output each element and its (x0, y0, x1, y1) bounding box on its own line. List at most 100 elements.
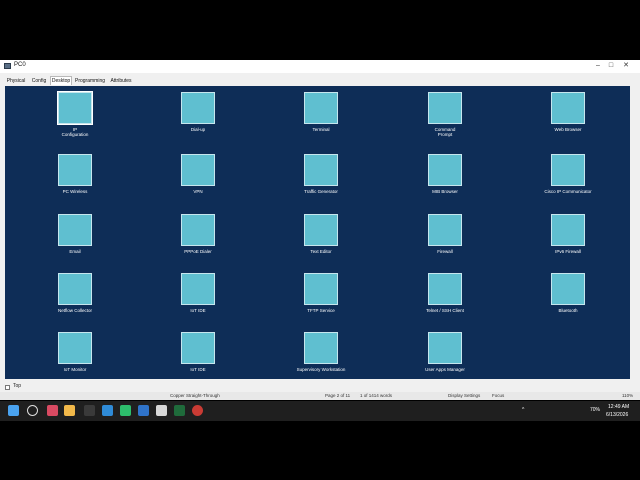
app-label: Web Browser (554, 127, 582, 132)
app-iot-ide[interactable]: IoT IDE (158, 328, 238, 384)
top-checkbox[interactable] (5, 385, 10, 390)
app-label: IPv6 Firewall (555, 249, 581, 254)
display-settings-button[interactable]: Display Settings (448, 393, 480, 398)
app-icon-3[interactable] (156, 405, 167, 416)
title-bar: PC0 – □ ✕ (0, 60, 640, 73)
tftp-folder-icon[interactable] (304, 273, 338, 305)
app-vpn[interactable]: VPN (158, 150, 238, 206)
app-firewall[interactable]: Firewall (405, 210, 485, 266)
taskbar: ^ 70% 12:49 AM 6/13/2026 (0, 401, 640, 421)
start-icon[interactable] (8, 405, 19, 416)
telnet-ssh-icon[interactable] (428, 273, 462, 305)
terminal-icon[interactable] (304, 92, 338, 124)
netflow-collector-icon[interactable] (58, 273, 92, 305)
command-prompt-icon[interactable] (428, 92, 462, 124)
app-supervisory-workstation[interactable]: Supervisory Workstation (281, 328, 361, 384)
firewall-icon[interactable] (428, 214, 462, 246)
app-command-prompt[interactable]: Command Prompt (405, 88, 485, 144)
traffic-generator-icon[interactable] (304, 154, 338, 186)
vpn-icon[interactable] (181, 154, 215, 186)
app-label: IoT IDE (190, 308, 206, 313)
search-icon[interactable] (27, 405, 38, 416)
app-label: Terminal (312, 127, 330, 132)
iot-monitor-icon[interactable] (58, 332, 92, 364)
app-dial-up[interactable]: Dial-up (158, 88, 238, 144)
tab-desktop[interactable]: Desktop (50, 76, 72, 85)
iot-ide-sdk-icon[interactable] (181, 273, 215, 305)
ipv6-firewall-icon[interactable] (551, 214, 585, 246)
app-label: PPPoE Dialer (184, 249, 212, 254)
tab-physical[interactable]: Physical (4, 76, 28, 85)
close-icon[interactable]: ✕ (620, 61, 632, 71)
app-label: Email (69, 249, 81, 254)
app-label: PC Wireless (62, 189, 88, 194)
pppoe-dialer-icon[interactable] (181, 214, 215, 246)
recording-icon[interactable] (192, 405, 203, 416)
app-label: Dial-up (190, 127, 206, 132)
app-web-browser[interactable]: Web Browser (528, 88, 608, 144)
tab-programming[interactable]: Programming (74, 76, 106, 85)
zoom-level: 110% (622, 393, 634, 398)
app-icon-2[interactable] (84, 405, 95, 416)
tab-attributes[interactable]: Attributes (108, 76, 134, 85)
app-label: Supervisory Workstation (296, 367, 346, 372)
app-iot-monitor[interactable]: IoT Monitor (35, 328, 115, 384)
app-netflow-collector[interactable]: Netflow Collector (35, 269, 115, 325)
app-ip-configuration[interactable]: IP Configuration (35, 88, 115, 144)
app-iot-ide-sdk[interactable]: IoT IDE (158, 269, 238, 325)
app-tftp-folder[interactable]: TFTP Service (281, 269, 361, 325)
focus-button[interactable]: Focus (492, 393, 504, 398)
clock-date: 6/13/2026 (606, 412, 629, 418)
app-traffic-generator[interactable]: Traffic Generator (281, 150, 361, 206)
text-editor-icon[interactable] (304, 214, 338, 246)
maximize-icon[interactable]: □ (605, 61, 617, 71)
app-label: IP Configuration (61, 127, 89, 137)
app-text-editor[interactable]: Text Editor (281, 210, 361, 266)
user-apps-manager-icon[interactable] (428, 332, 462, 364)
app-icon-1[interactable] (47, 405, 58, 416)
app-telnet-ssh[interactable]: Telnet / SSH Client (405, 269, 485, 325)
pc-wireless-icon[interactable] (58, 154, 92, 186)
whatsapp-icon[interactable] (120, 405, 131, 416)
tray-chevron-icon[interactable]: ^ (522, 407, 524, 413)
word-icon[interactable] (138, 405, 149, 416)
file-explorer-icon[interactable] (64, 405, 75, 416)
window-title: PC0 (14, 62, 26, 68)
mib-browser-icon[interactable] (428, 154, 462, 186)
app-pppoe-dialer[interactable]: PPPoE Dialer (158, 210, 238, 266)
battery-level: 70% (590, 407, 601, 413)
page-indicator: Page 2 of 11 (325, 393, 351, 398)
app-ip-communicator[interactable]: Cisco IP Communicator (528, 150, 608, 206)
app-ipv6-firewall[interactable]: IPv6 Firewall (528, 210, 608, 266)
app-label: Netflow Collector (57, 308, 92, 313)
app-user-apps-manager[interactable]: User Apps Manager (405, 328, 485, 384)
app-label: Bluetooth (558, 308, 578, 313)
app-label: User Apps Manager (425, 367, 465, 372)
tab-config[interactable]: Config (30, 76, 48, 85)
minimize-icon[interactable]: – (592, 61, 604, 71)
app-terminal[interactable]: Terminal (281, 88, 361, 144)
app-email[interactable]: Email (35, 210, 115, 266)
app-label: Telnet / SSH Client (426, 308, 464, 313)
app-label: IoT Monitor (63, 367, 87, 372)
screen: PC0 – □ ✕ Physical Config Desktop Progra… (0, 0, 640, 480)
app-label: TFTP Service (307, 308, 335, 313)
ip-communicator-icon[interactable] (551, 154, 585, 186)
app-icon-4[interactable] (174, 405, 185, 416)
app-bluetooth[interactable]: Bluetooth (528, 269, 608, 325)
iot-ide-icon[interactable] (181, 332, 215, 364)
ip-configuration-icon[interactable] (57, 91, 93, 125)
email-icon[interactable] (58, 214, 92, 246)
app-pc-wireless[interactable]: PC Wireless (35, 150, 115, 206)
telegram-icon[interactable] (102, 405, 113, 416)
supervisory-workstation-icon[interactable] (304, 332, 338, 364)
app-mib-browser[interactable]: MIB Browser (405, 150, 485, 206)
pc0-window: PC0 – □ ✕ Physical Config Desktop Progra… (0, 60, 640, 400)
dial-up-icon[interactable] (181, 92, 215, 124)
app-label: Text Editor (310, 249, 332, 254)
bluetooth-icon[interactable] (551, 273, 585, 305)
app-label: IoT IDE (190, 367, 206, 372)
web-browser-icon[interactable] (551, 92, 585, 124)
app-label: MIB Browser (432, 189, 458, 194)
word-count: 1 of 1414 words (360, 393, 393, 398)
